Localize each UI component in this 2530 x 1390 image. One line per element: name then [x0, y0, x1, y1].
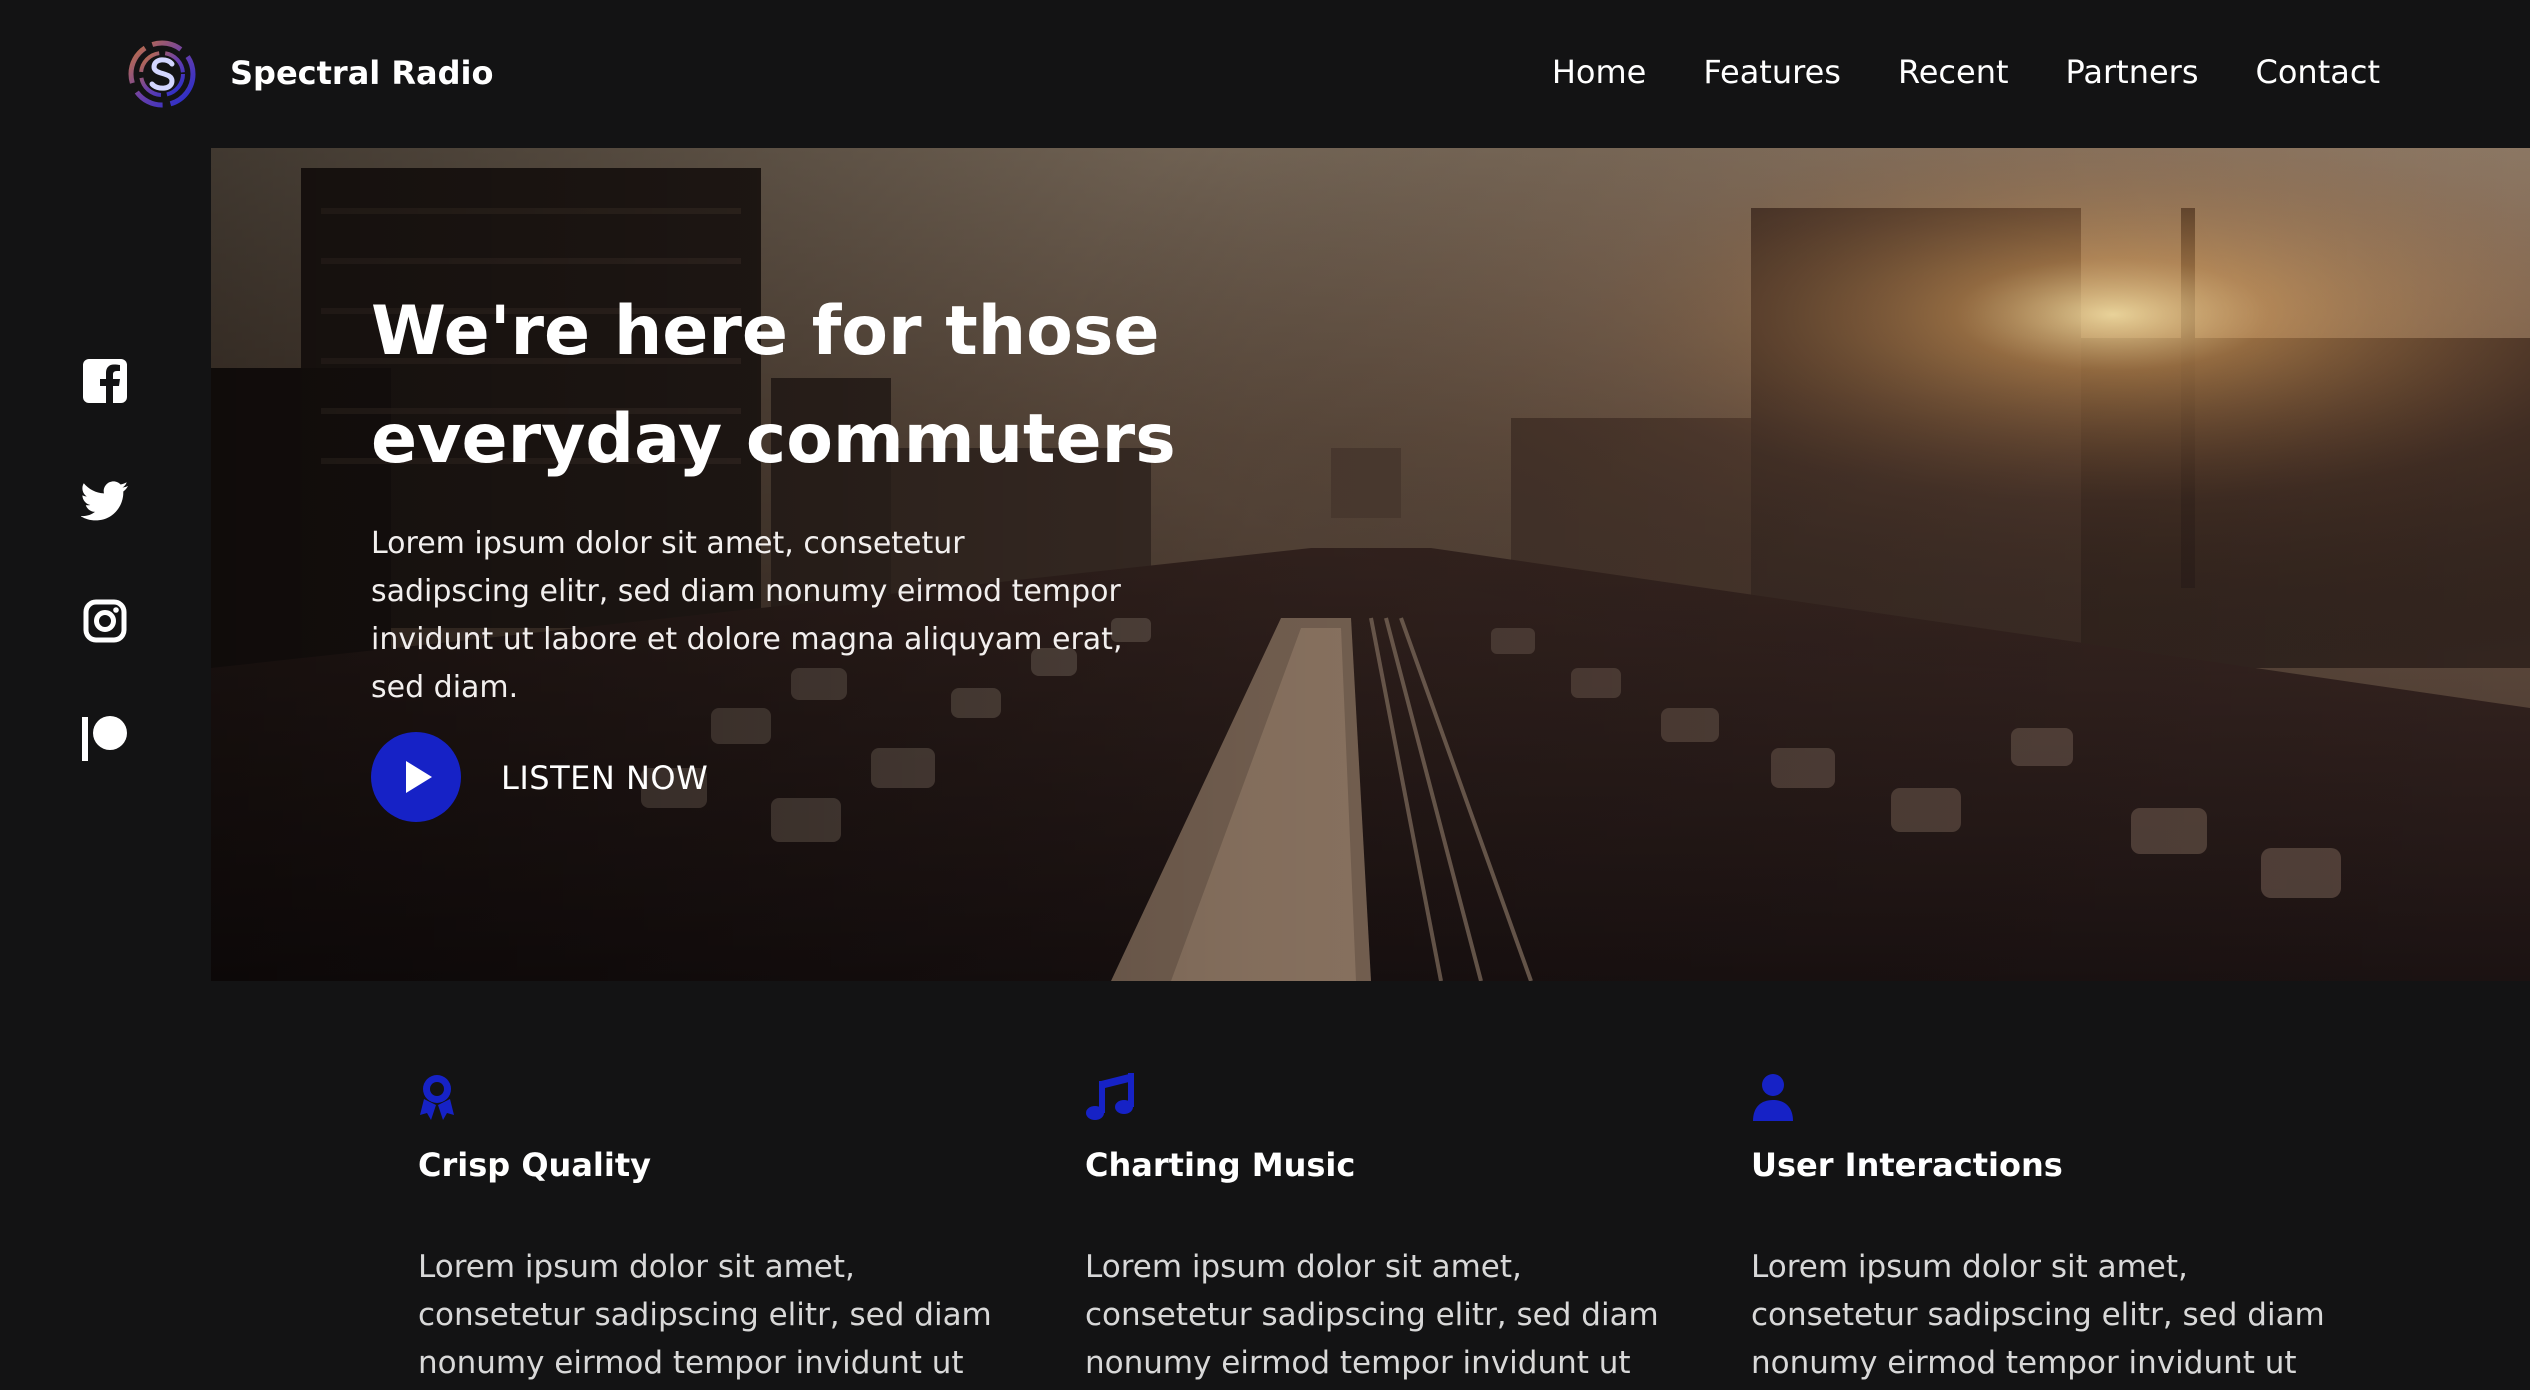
award-icon	[418, 1073, 462, 1123]
page: Spectral Radio Home Features Recent Part…	[0, 0, 2530, 1390]
feature-user-interactions: User Interactions Lorem ipsum dolor sit …	[1751, 1073, 2351, 1381]
hero-title: We're here for those everyday commuters	[371, 278, 1271, 494]
feature-text: Lorem ipsum dolor sit amet, consetetur s…	[418, 1249, 992, 1381]
brand-name[interactable]: Spectral Radio	[230, 52, 494, 94]
feature-text: Lorem ipsum dolor sit amet, consetetur s…	[1751, 1249, 2325, 1381]
instagram-icon[interactable]	[76, 592, 134, 650]
main-nav: Home Features Recent Partners Contact	[1495, 50, 2380, 94]
nav-partners[interactable]: Partners	[2066, 50, 2199, 94]
facebook-icon[interactable]	[76, 352, 134, 410]
spectral-radio-logo-icon[interactable]	[126, 38, 198, 110]
hero-description: Lorem ipsum dolor sit amet, consetetur s…	[371, 526, 1123, 705]
feature-title: Charting Music	[1085, 1146, 1356, 1184]
feature-title: User Interactions	[1751, 1146, 2063, 1184]
feature-text: Lorem ipsum dolor sit amet, consetetur s…	[1085, 1249, 1659, 1381]
hero-banner: We're here for those everyday commuters …	[211, 148, 2530, 981]
music-note-icon	[1085, 1073, 1134, 1123]
nav-contact[interactable]: Contact	[2256, 50, 2381, 94]
nav-features[interactable]: Features	[1703, 50, 1841, 94]
hero-title-line-2: everyday commuters	[371, 400, 1176, 479]
header: Spectral Radio Home Features Recent Part…	[0, 0, 2530, 148]
feature-title: Crisp Quality	[418, 1146, 651, 1184]
play-icon	[406, 761, 432, 793]
nav-home[interactable]: Home	[1552, 50, 1647, 94]
hero-title-line-1: We're here for those	[371, 292, 1160, 371]
nav-recent[interactable]: Recent	[1898, 50, 2009, 94]
feature-charting-music: Charting Music Lorem ipsum dolor sit ame…	[1085, 1073, 1685, 1381]
patreon-icon[interactable]	[76, 710, 134, 768]
twitter-icon[interactable]	[76, 472, 134, 530]
play-button[interactable]	[371, 732, 461, 822]
listen-now-link[interactable]: LISTEN NOW	[501, 756, 708, 800]
user-icon	[1751, 1073, 1795, 1123]
feature-crisp-quality: Crisp Quality Lorem ipsum dolor sit amet…	[418, 1073, 1018, 1381]
